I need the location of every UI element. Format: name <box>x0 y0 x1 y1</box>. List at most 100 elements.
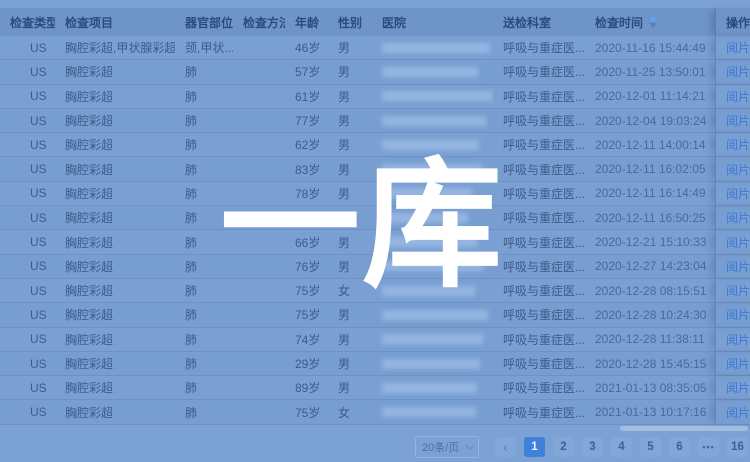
cell-hospital <box>372 400 493 423</box>
table-row[interactable]: US胸腔彩超肺61岁男呼吸与重症医...2020-12-01 11:14:21阅… <box>0 85 750 109</box>
cell-gender: 男 <box>328 109 372 132</box>
page-button-16[interactable]: 16 <box>727 437 748 457</box>
cell-age: 75岁 <box>285 400 328 423</box>
page-size-select[interactable]: 20条/页 <box>415 436 479 458</box>
table-row[interactable]: US胸腔彩超肺83岁男呼吸与重症医...2020-12-11 16:02:05阅… <box>0 157 750 181</box>
column-header-sending-dept[interactable]: 送检科室 <box>493 8 585 36</box>
cell-sending-dept: 呼吸与重症医... <box>493 303 585 326</box>
view-images-link[interactable]: 阅片 <box>726 161 750 178</box>
cell-exam-time: 2021-01-13 10:17:16 <box>585 400 715 423</box>
cell-sending-dept: 呼吸与重症医... <box>493 36 585 59</box>
table-row[interactable]: US胸腔彩超肺66岁男呼吸与重症医...2020-12-21 15:10:33阅… <box>0 230 750 254</box>
cell-action: 阅片 <box>715 182 750 205</box>
cell-sending-dept: 呼吸与重症医... <box>493 230 585 253</box>
cell-exam-method <box>233 400 285 423</box>
cell-sending-dept: 呼吸与重症医... <box>493 182 585 205</box>
table-row[interactable]: US胸腔彩超肺89岁男呼吸与重症医...2021-01-13 08:35:05阅… <box>0 376 750 400</box>
sort-descending-icon[interactable] <box>649 23 657 28</box>
cell-hospital <box>372 157 493 180</box>
cell-organ-part: 颈,甲状... <box>175 36 233 59</box>
view-images-link[interactable]: 阅片 <box>726 112 750 129</box>
column-header-gender[interactable]: 性别 <box>328 8 372 36</box>
cell-exam-item: 胸腔彩超 <box>55 60 175 83</box>
cell-exam-type: US <box>0 109 55 132</box>
view-images-link[interactable]: 阅片 <box>726 355 750 372</box>
cell-gender: 男 <box>328 36 372 59</box>
table-row[interactable]: US胸腔彩超肺75岁女呼吸与重症医...2020-12-28 08:15:51阅… <box>0 279 750 303</box>
sort-ascending-icon[interactable] <box>649 16 657 21</box>
table-row[interactable]: US胸腔彩超肺74岁男呼吸与重症医...2020-12-28 11:38:11阅… <box>0 328 750 352</box>
view-images-link[interactable]: 阅片 <box>726 331 750 348</box>
table-row[interactable]: US胸腔彩超,甲状腺彩超颈,甲状...46岁男呼吸与重症医...2020-11-… <box>0 36 750 60</box>
cell-exam-method <box>233 60 285 83</box>
page-button-1[interactable]: 1 <box>524 437 545 457</box>
cell-action: 阅片 <box>715 303 750 326</box>
cell-gender: 男 <box>328 85 372 108</box>
view-images-link[interactable]: 阅片 <box>726 234 750 251</box>
cell-exam-time: 2020-12-21 15:10:33 <box>585 230 715 253</box>
cell-hospital <box>372 328 493 351</box>
redacted-hospital-name <box>382 407 476 417</box>
sort-control[interactable] <box>649 16 657 28</box>
cell-gender: 女 <box>328 400 372 423</box>
table-row[interactable]: US胸腔彩超肺78岁男呼吸与重症医...2020-12-11 16:14:49阅… <box>0 182 750 206</box>
cell-age: 57岁 <box>285 60 328 83</box>
view-images-link[interactable]: 阅片 <box>726 39 750 56</box>
cell-gender: 男 <box>328 328 372 351</box>
cell-age: 75岁 <box>285 279 328 302</box>
cell-gender: 男 <box>328 255 372 278</box>
cell-organ-part: 肺 <box>175 328 233 351</box>
cell-hospital <box>372 85 493 108</box>
view-images-link[interactable]: 阅片 <box>726 88 750 105</box>
page-button-6[interactable]: 6 <box>669 437 690 457</box>
exam-time-header-label: 检查时间 <box>595 14 643 31</box>
table-row[interactable]: US胸腔彩超肺76岁女呼吸与重症医...2020-12-11 16:50:25阅… <box>0 206 750 230</box>
table-row[interactable]: US胸腔彩超肺75岁女呼吸与重症医...2021-01-13 10:17:16阅… <box>0 400 750 424</box>
cell-age: 61岁 <box>285 85 328 108</box>
cell-exam-method <box>233 182 285 205</box>
column-header-exam-item[interactable]: 检查项目 <box>55 8 175 36</box>
table-row[interactable]: US胸腔彩超肺76岁男呼吸与重症医...2020-12-27 14:23:04阅… <box>0 255 750 279</box>
cell-organ-part: 肺 <box>175 109 233 132</box>
column-header-age[interactable]: 年龄 <box>285 8 328 36</box>
view-images-link[interactable]: 阅片 <box>726 404 750 421</box>
view-images-link[interactable]: 阅片 <box>726 306 750 323</box>
table-row[interactable]: US胸腔彩超肺57岁男呼吸与重症医...2020-11-25 13:50:01阅… <box>0 60 750 84</box>
view-images-link[interactable]: 阅片 <box>726 379 750 396</box>
cell-exam-time: 2020-12-11 16:02:05 <box>585 157 715 180</box>
view-images-link[interactable]: 阅片 <box>726 209 750 226</box>
cell-exam-time: 2020-12-28 08:15:51 <box>585 279 715 302</box>
table-row[interactable]: US胸腔彩超肺29岁男呼吸与重症医...2020-12-28 15:45:15阅… <box>0 352 750 376</box>
redacted-hospital-name <box>382 188 472 198</box>
column-header-exam-time[interactable]: 检查时间 <box>585 8 715 36</box>
page-button-5[interactable]: 5 <box>640 437 661 457</box>
page-button-2[interactable]: 2 <box>553 437 574 457</box>
cell-exam-type: US <box>0 60 55 83</box>
view-images-link[interactable]: 阅片 <box>726 258 750 275</box>
table-row[interactable]: US胸腔彩超肺75岁男呼吸与重症医...2020-12-28 10:24:30阅… <box>0 303 750 327</box>
cell-exam-method <box>233 230 285 253</box>
column-header-exam-type[interactable]: 检查类型 <box>0 8 55 36</box>
table-row[interactable]: US胸腔彩超肺77岁男呼吸与重症医...2020-12-04 19:03:24阅… <box>0 109 750 133</box>
table-row[interactable]: US胸腔彩超肺62岁男呼吸与重症医...2020-12-11 14:00:14阅… <box>0 133 750 157</box>
page-button-3[interactable]: 3 <box>582 437 603 457</box>
column-header-hospital[interactable]: 医院 <box>372 8 493 36</box>
cell-sending-dept: 呼吸与重症医... <box>493 376 585 399</box>
view-images-link[interactable]: 阅片 <box>726 63 750 80</box>
cell-age: 74岁 <box>285 328 328 351</box>
cell-hospital <box>372 133 493 156</box>
cell-organ-part: 肺 <box>175 157 233 180</box>
cell-hospital <box>372 279 493 302</box>
column-header-organ-part[interactable]: 器官部位 <box>175 8 233 36</box>
more-pages-button[interactable]: ••• <box>698 437 719 457</box>
page-button-4[interactable]: 4 <box>611 437 632 457</box>
cell-sending-dept: 呼吸与重症医... <box>493 279 585 302</box>
column-header-exam-method[interactable]: 检查方法 <box>233 8 285 36</box>
view-images-link[interactable]: 阅片 <box>726 282 750 299</box>
view-images-link[interactable]: 阅片 <box>726 185 750 202</box>
cell-exam-time: 2020-12-28 15:45:15 <box>585 352 715 375</box>
redacted-hospital-name <box>382 286 475 296</box>
prev-page-button[interactable]: ‹ <box>495 437 516 457</box>
cell-exam-time: 2020-12-27 14:23:04 <box>585 255 715 278</box>
view-images-link[interactable]: 阅片 <box>726 136 750 153</box>
